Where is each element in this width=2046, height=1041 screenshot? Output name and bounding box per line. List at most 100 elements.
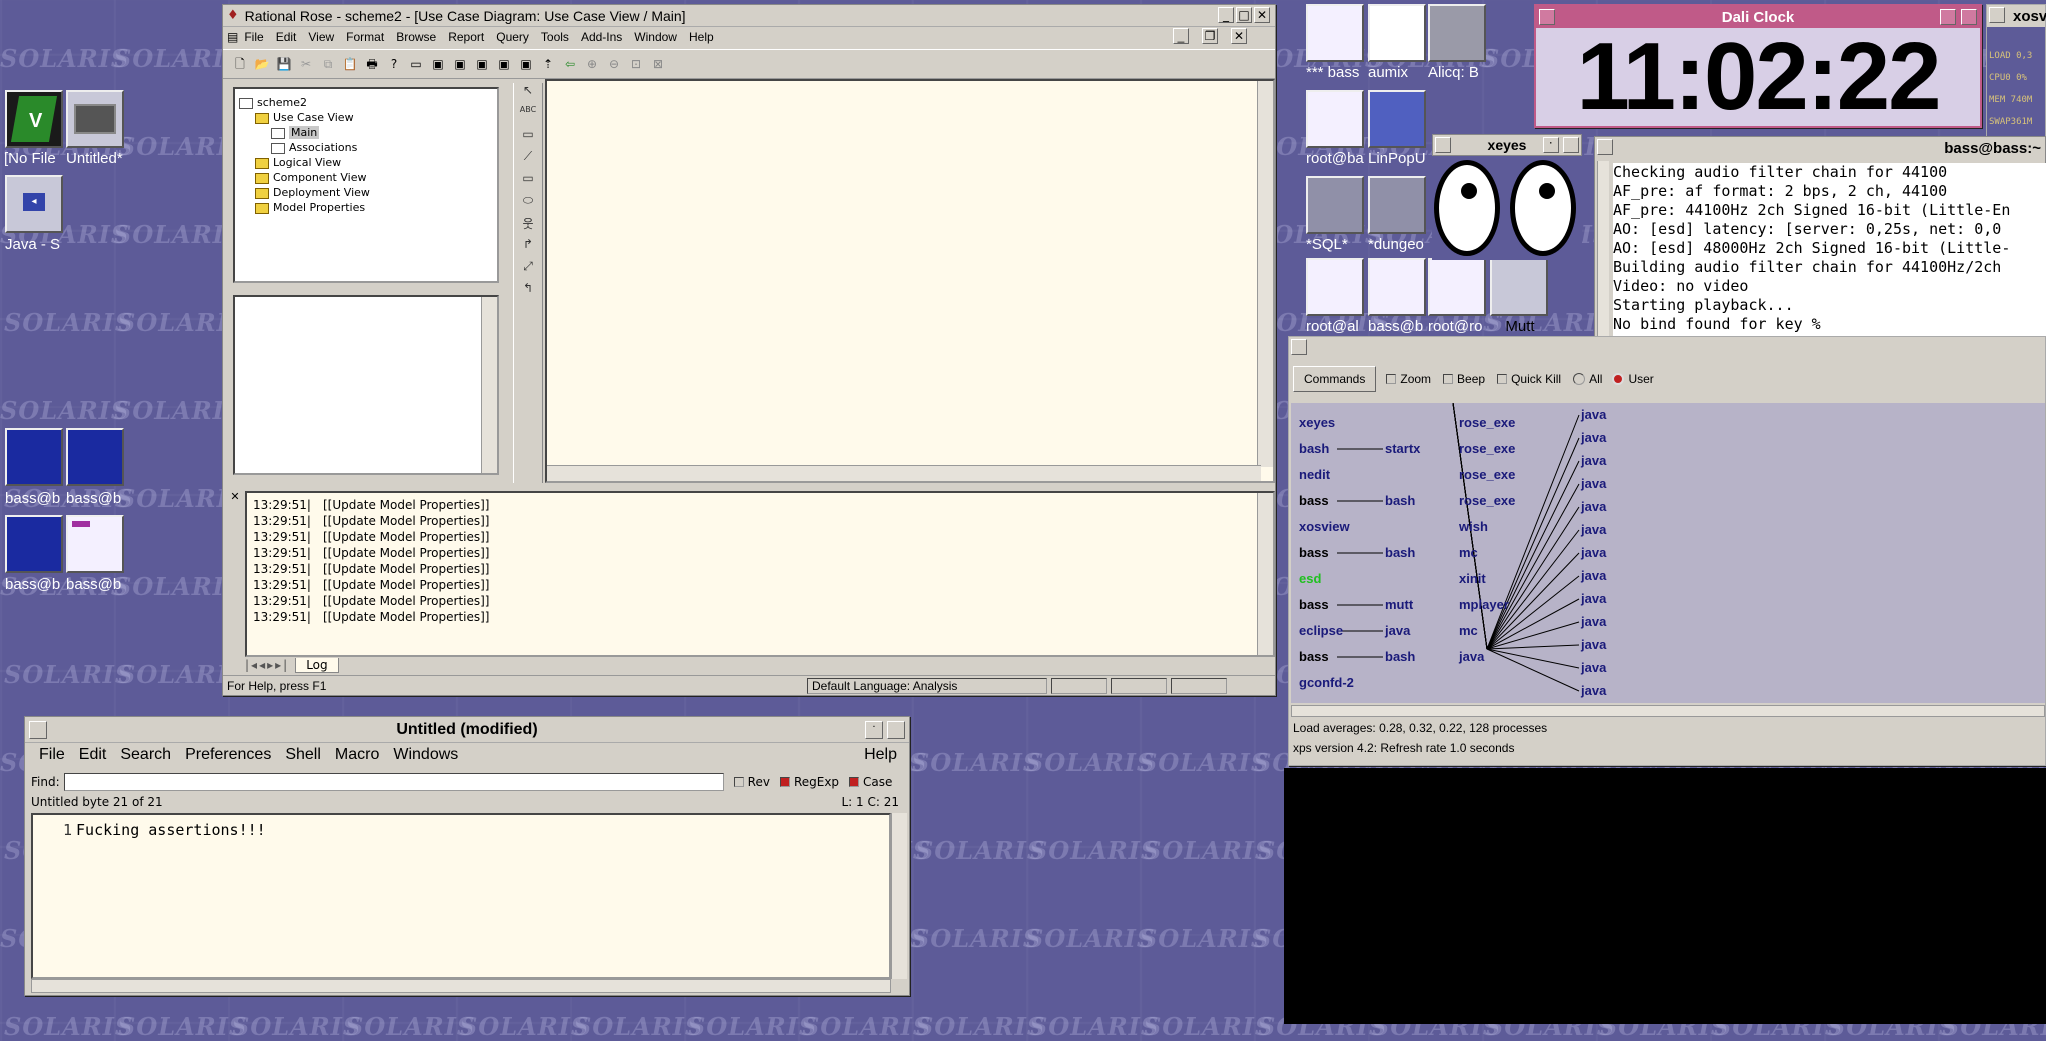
process-node[interactable]: rose_exe (1459, 441, 1515, 456)
close-button[interactable]: ✕ (1254, 7, 1270, 23)
process-tree-hscroll[interactable] (1291, 705, 2045, 717)
tree-item[interactable]: Associations (239, 140, 493, 155)
menu-edit[interactable]: Edit (79, 746, 107, 764)
process-tree[interactable]: xeyes bash startx nedit bass bash xosview bass b… (1291, 403, 2045, 703)
menu-help[interactable]: Help (689, 30, 714, 44)
process-node[interactable]: bash (1385, 493, 1415, 508)
process-node[interactable]: java (1581, 430, 1606, 445)
menu-browse[interactable]: Browse (396, 30, 436, 44)
nedit-vscroll[interactable] (891, 813, 907, 979)
menu-file[interactable]: File (39, 746, 65, 764)
process-node[interactable]: bash (1385, 545, 1415, 560)
process-node[interactable]: java (1581, 407, 1606, 422)
window-menu-button[interactable] (1989, 7, 2005, 23)
browse-parent-icon[interactable]: ⇡ (538, 54, 558, 74)
minimize-button[interactable]: · (1543, 137, 1559, 153)
terminal-titlebar[interactable]: bass@bass:~ (1595, 137, 2045, 159)
documentation-pane[interactable] (233, 295, 499, 475)
fit-window-icon[interactable]: ⊡ (626, 54, 646, 74)
process-node[interactable]: esd (1299, 571, 1321, 586)
menu-shell[interactable]: Shell (285, 746, 321, 764)
process-node[interactable]: xinit (1459, 571, 1486, 586)
tab-log[interactable]: Log (295, 657, 339, 673)
process-node[interactable]: mutt (1385, 597, 1413, 612)
tree-item[interactable]: scheme2 (239, 95, 493, 110)
note-tool-icon[interactable]: ▭ (522, 127, 533, 149)
menu-macro[interactable]: Macro (335, 746, 379, 764)
menu-edit[interactable]: Edit (276, 30, 297, 44)
window-menu-button[interactable] (1597, 139, 1613, 155)
browse-previous-icon[interactable]: ⇦ (560, 54, 580, 74)
process-node[interactable]: java (1581, 476, 1606, 491)
minimize-button[interactable]: _ (1218, 7, 1234, 23)
process-node[interactable]: java (1581, 591, 1606, 606)
child-minimize-button[interactable]: _ (1173, 28, 1189, 44)
print-icon[interactable]: 🖶 (362, 54, 382, 74)
process-node[interactable]: bass (1299, 545, 1329, 560)
process-node[interactable]: rose_exe (1459, 493, 1515, 508)
process-node[interactable]: wish (1459, 519, 1488, 534)
doc-scrollbar[interactable] (481, 297, 497, 473)
dependency-tool-icon[interactable]: ⤢ (523, 259, 533, 281)
process-node[interactable]: java (1581, 683, 1606, 698)
process-node[interactable]: rose_exe (1459, 467, 1515, 482)
browse-class-icon[interactable]: ▣ (428, 54, 448, 74)
process-node[interactable]: java (1581, 522, 1606, 537)
terminal-scrollbar[interactable] (1597, 161, 1609, 353)
maximize-button[interactable] (887, 721, 905, 739)
zoom-in-icon[interactable]: ⊕ (582, 54, 602, 74)
process-node[interactable]: xosview (1299, 519, 1350, 534)
menu-search[interactable]: Search (120, 746, 171, 764)
minimize-button[interactable]: · (865, 721, 883, 739)
process-node[interactable]: bass (1299, 597, 1329, 612)
tree-item[interactable]: Main (239, 125, 493, 140)
rev-toggle[interactable]: Rev (733, 775, 770, 789)
terminal-output[interactable]: Checking audio filter chain for 44100 AF_… (1613, 163, 2046, 357)
menu-window[interactable]: Window (634, 30, 677, 44)
menu-view[interactable]: View (308, 30, 334, 44)
menu-report[interactable]: Report (448, 30, 484, 44)
process-node[interactable]: java (1385, 623, 1410, 638)
copy-icon[interactable]: ⧉ (318, 54, 338, 74)
menu-query[interactable]: Query (496, 30, 529, 44)
package-tool-icon[interactable]: ▭ (522, 171, 533, 193)
paste-icon[interactable]: 📋 (340, 54, 360, 74)
regexp-toggle[interactable]: RegExp (779, 775, 839, 789)
child-restore-button[interactable]: ❐ (1202, 28, 1218, 44)
beep-toggle[interactable]: Beep (1443, 372, 1485, 386)
nedit-text-area[interactable]: 1 Fucking assertions!!! (31, 813, 891, 979)
process-node[interactable]: mc (1459, 545, 1478, 560)
process-node[interactable]: xeyes (1299, 415, 1335, 430)
undo-fit-icon[interactable]: ⊠ (648, 54, 668, 74)
tree-item[interactable]: Component View (239, 170, 493, 185)
zoom-toggle[interactable]: Zoom (1386, 372, 1431, 386)
process-node[interactable]: java (1581, 614, 1606, 629)
process-node[interactable]: bash (1299, 441, 1329, 456)
maximize-button[interactable]: □ (1236, 7, 1252, 23)
generalization-tool-icon[interactable]: ↰ (523, 281, 533, 303)
log-close-icon[interactable]: ✕ (225, 490, 245, 670)
process-node[interactable]: gconfd-2 (1299, 675, 1354, 690)
diagram-hscroll[interactable] (547, 465, 1261, 481)
context-help-icon[interactable]: ? (384, 54, 404, 74)
selection-tool-icon[interactable]: ↖ (523, 83, 533, 105)
process-node[interactable]: java (1581, 545, 1606, 560)
menu-addins[interactable]: Add-Ins (581, 30, 622, 44)
association-tool-icon[interactable]: ↱ (523, 237, 533, 259)
user-radio[interactable]: User (1612, 372, 1654, 386)
menu-windows[interactable]: Windows (393, 746, 458, 764)
window-menu-button[interactable] (29, 721, 47, 739)
case-toggle[interactable]: Case (849, 775, 892, 789)
tree-item[interactable]: Model Properties (239, 200, 493, 215)
process-node[interactable]: java (1581, 637, 1606, 652)
new-icon[interactable]: 🗋 (230, 54, 250, 74)
tree-item[interactable]: Logical View (239, 155, 493, 170)
nedit-hscroll[interactable] (31, 979, 891, 993)
open-icon[interactable]: 📂 (252, 54, 272, 74)
xeyes-titlebar[interactable]: xeyes · (1432, 134, 1582, 156)
window-menu-button[interactable] (1539, 9, 1555, 25)
menu-tools[interactable]: Tools (541, 30, 569, 44)
process-node[interactable]: rose_exe (1459, 415, 1515, 430)
actor-tool-icon[interactable]: 웃 (522, 215, 533, 237)
tree-item[interactable]: Use Case View (239, 110, 493, 125)
